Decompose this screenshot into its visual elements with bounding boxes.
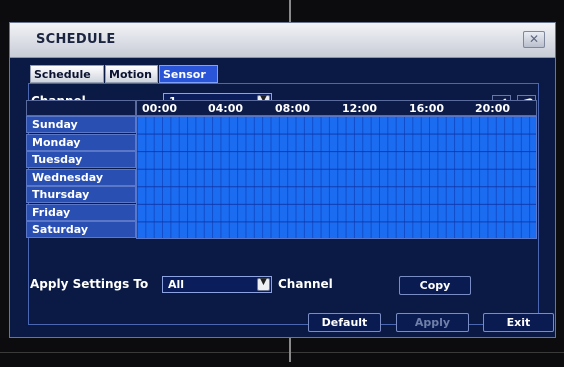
background-divider-horizontal	[0, 352, 564, 353]
day-label: Sunday	[26, 116, 136, 133]
day-label: Saturday	[26, 221, 136, 239]
background-divider-bottom	[289, 338, 291, 362]
day-label: Friday	[26, 203, 136, 221]
copy-button[interactable]: Copy	[399, 276, 471, 295]
day-label: Wednesday	[26, 168, 136, 186]
background-divider-top	[289, 0, 291, 22]
default-button[interactable]: Default	[308, 313, 381, 332]
time-label: 12:00	[342, 102, 378, 115]
title-bar: SCHEDULE ✕	[10, 23, 555, 58]
background-top	[0, 0, 564, 22]
schedule-cells[interactable]	[136, 116, 537, 239]
grid-header: 00:00 04:00 08:00 12:00 16:00 20:00	[26, 100, 537, 116]
time-label: 04:00	[208, 102, 244, 115]
day-labels: Sunday Monday Tuesday Wednesday Thursday…	[26, 116, 136, 239]
time-label: 00:00	[142, 102, 178, 115]
tab-schedule[interactable]: Schedule	[30, 65, 104, 83]
grid-header-corner	[26, 100, 136, 116]
apply-settings-label: Apply Settings To	[30, 277, 149, 291]
day-label: Monday	[26, 133, 136, 151]
apply-channel-label: Channel	[278, 277, 333, 291]
time-label: 16:00	[409, 102, 445, 115]
day-label: Thursday	[26, 186, 136, 204]
chevron-down-icon: ▼	[257, 277, 270, 291]
time-label: 08:00	[275, 102, 311, 115]
day-label: Tuesday	[26, 151, 136, 169]
tab-motion[interactable]: Motion	[105, 65, 158, 83]
tab-sensor[interactable]: Sensor	[159, 65, 218, 83]
apply-button[interactable]: Apply	[396, 313, 469, 332]
window-title: SCHEDULE	[36, 32, 116, 47]
apply-target-value: All	[168, 278, 185, 291]
close-button[interactable]: ✕	[523, 31, 545, 48]
apply-target-select[interactable]: All ▼	[162, 276, 272, 293]
exit-button[interactable]: Exit	[483, 313, 554, 332]
schedule-grid: 00:00 04:00 08:00 12:00 16:00 20:00 Sund…	[26, 100, 537, 239]
time-axis: 00:00 04:00 08:00 12:00 16:00 20:00	[136, 100, 537, 116]
time-label: 20:00	[475, 102, 511, 115]
close-icon: ✕	[528, 32, 540, 46]
